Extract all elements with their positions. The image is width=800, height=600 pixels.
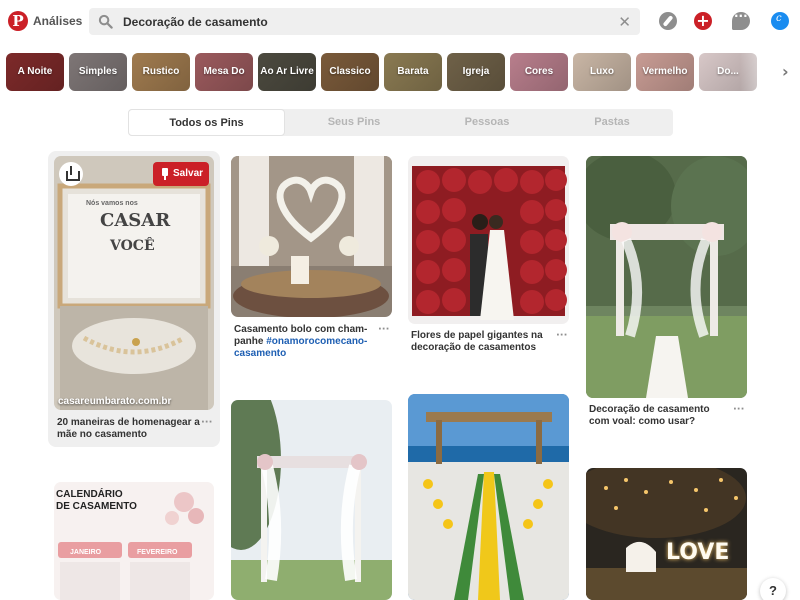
tab-people[interactable]: Pessoas — [423, 109, 551, 136]
pin-image[interactable] — [54, 156, 214, 410]
pin-image[interactable] — [586, 156, 747, 398]
category-bar: A NoiteSimplesRusticoMesa Do BoloAo Ar L… — [0, 53, 800, 91]
category-chip-barata[interactable]: Barata — [384, 53, 442, 91]
card-text-you: VOCÊ — [110, 238, 155, 254]
calendar-month: FEVEREIRO — [137, 549, 178, 556]
pin-image[interactable] — [408, 394, 569, 600]
search-icon — [98, 14, 113, 29]
category-chip-a-noite[interactable]: A Noite — [6, 53, 64, 91]
category-chip-cores[interactable]: Cores — [510, 53, 568, 91]
card-text-top: Nós vamos nos — [86, 200, 138, 207]
pin-title[interactable]: panhe #onamorocomecano- — [234, 336, 367, 348]
pin-title[interactable]: Decoração de casamento — [589, 404, 710, 416]
tab-boards[interactable]: Pastas — [551, 109, 673, 136]
category-chip-classico[interactable]: Classico — [321, 53, 379, 91]
category-chip-mesa-do-bolo[interactable]: Mesa Do Bolo — [195, 53, 253, 91]
compass-icon[interactable] — [659, 12, 677, 30]
pin-title[interactable]: Flores de papel gigantes na — [411, 330, 543, 342]
pin-image[interactable] — [231, 156, 392, 317]
tab-all-pins[interactable]: Todos os Pins — [128, 109, 285, 136]
pin-source-link[interactable]: casareumbarato.com.br — [58, 396, 171, 407]
pin-image[interactable] — [231, 400, 392, 600]
pin-title[interactable]: Casamento bolo com cham- — [234, 324, 367, 336]
more-options-icon[interactable]: ··· — [378, 324, 389, 335]
tab-your-pins[interactable]: Seus Pins — [285, 109, 423, 136]
card-text-heading: CASAR — [100, 210, 171, 231]
calendar-heading: CALENDÁRIO — [56, 489, 123, 500]
pin-title[interactable]: com voal: como usar? — [589, 416, 695, 428]
pin-image[interactable] — [408, 156, 569, 324]
plus-icon[interactable]: + — [694, 12, 712, 30]
chevron-right-icon[interactable]: › — [782, 62, 789, 81]
category-chip-luxo[interactable]: Luxo — [573, 53, 631, 91]
calendar-month: JANEIRO — [70, 549, 102, 556]
save-button[interactable]: Salvar — [153, 162, 209, 186]
pin-title[interactable]: mãe no casamento — [57, 429, 147, 441]
pin-title[interactable]: decoração de casamentos — [411, 342, 536, 354]
calendar-heading: DE CASAMENTO — [56, 501, 137, 512]
more-options-icon[interactable]: ··· — [201, 417, 212, 428]
pin-title[interactable]: 20 maneiras de homenagear a — [57, 417, 200, 429]
category-fade — [740, 53, 800, 91]
avatar[interactable] — [771, 12, 789, 30]
more-options-icon[interactable]: ··· — [556, 330, 567, 341]
love-sign: LOVE — [666, 540, 730, 565]
category-chip-vermelho[interactable]: Vermelho — [636, 53, 694, 91]
clear-search-icon[interactable]: ✕ — [618, 13, 631, 31]
search-input[interactable]: Decoração de casamento — [123, 15, 268, 29]
chat-icon[interactable] — [732, 9, 750, 30]
top-bar: P Análises Decoração de casamento ✕ + — [0, 0, 800, 44]
more-options-icon[interactable]: ··· — [733, 404, 744, 415]
search-bar[interactable]: Decoração de casamento ✕ — [89, 8, 640, 35]
analytics-link[interactable]: Análises — [33, 14, 82, 28]
pin-filter-tabs: Todos os Pins Seus Pins Pessoas Pastas — [128, 109, 673, 136]
pin-hashtag[interactable]: casamento — [234, 348, 286, 360]
category-chip-simples[interactable]: Simples — [69, 53, 127, 91]
share-icon[interactable] — [59, 162, 83, 186]
pinterest-logo[interactable]: P — [8, 11, 28, 31]
help-button[interactable]: ? — [760, 578, 786, 600]
category-chip-ao-ar-livre[interactable]: Ao Ar Livre — [258, 53, 316, 91]
category-chip-rustico[interactable]: Rustico — [132, 53, 190, 91]
category-chip-igreja[interactable]: Igreja — [447, 53, 505, 91]
pin-image[interactable] — [586, 468, 747, 600]
